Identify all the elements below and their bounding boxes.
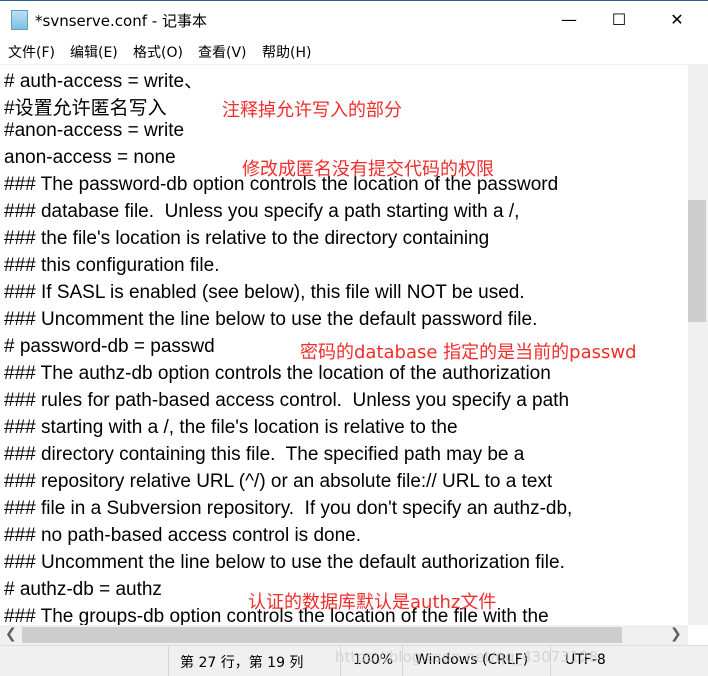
title-bar: *svnserve.conf - 记事本 — ☐ ✕ — [0, 0, 708, 39]
minimize-button[interactable]: — — [546, 1, 592, 39]
text-line: ### starting with a /, the file's locati… — [4, 417, 458, 438]
menu-help[interactable]: 帮助(H) — [262, 42, 311, 62]
scroll-right-icon[interactable]: ❯ — [670, 626, 682, 642]
text-line: ### the file's location is relative to t… — [4, 228, 490, 249]
menu-format[interactable]: 格式(O) — [133, 42, 183, 62]
menu-file[interactable]: 文件(F) — [8, 42, 55, 62]
text-line: ### database file. Unless you specify a … — [4, 201, 520, 222]
text-line: # auth-access = write、 — [4, 71, 204, 92]
text-line: #设置允许匿名写入 — [4, 98, 167, 119]
annotation: 密码的database 指定的是当前的passwd — [300, 342, 637, 363]
text-editor[interactable]: ### The groups-db option controls the lo… — [0, 64, 688, 626]
notepad-icon — [11, 10, 28, 30]
annotation: 注释掉允许写入的部分 — [222, 100, 402, 121]
horizontal-scroll-thumb[interactable] — [22, 627, 622, 643]
text-line: ### directory containing this file. The … — [4, 444, 525, 465]
watermark: https://blog.csdn.net/qq_43073128 — [335, 648, 599, 666]
maximize-button[interactable]: ☐ — [596, 1, 642, 39]
text-line: ### Uncomment the line below to use the … — [4, 309, 538, 330]
text-line: ### this configuration file. — [4, 255, 220, 276]
menu-edit[interactable]: 编辑(E) — [70, 42, 118, 62]
close-button[interactable]: ✕ — [654, 1, 700, 39]
text-line: ### no path-based access control is done… — [4, 525, 362, 546]
vertical-scroll-thumb[interactable] — [688, 200, 706, 322]
text-line: #anon-access = write — [4, 120, 185, 141]
text-line: ### rules for path-based access control.… — [4, 390, 570, 411]
menu-view[interactable]: 查看(V) — [198, 42, 247, 62]
vertical-scrollbar[interactable] — [688, 64, 708, 625]
text-line: ### If SASL is enabled (see below), this… — [4, 282, 525, 303]
text-line: anon-access = none — [4, 147, 176, 168]
window-title: *svnserve.conf - 记事本 — [35, 12, 207, 30]
annotation: 认证的数据库默认是authz文件 — [248, 592, 497, 613]
text-line: # authz-db = authz — [4, 579, 162, 600]
scroll-left-icon[interactable]: ❮ — [5, 626, 17, 642]
menu-bar: 文件(F) 编辑(E) 格式(O) 查看(V) 帮助(H) — [0, 38, 708, 64]
cursor-position: 第 27 行，第 19 列 — [180, 655, 304, 671]
text-line: ### The authz-db option controls the loc… — [4, 363, 551, 384]
text-line: ### Uncomment the line below to use the … — [4, 552, 565, 573]
text-line: # password-db = passwd — [4, 336, 215, 357]
text-line: ### repository relative URL (^/) or an a… — [4, 471, 553, 492]
annotation: 修改成匿名没有提交代码的权限 — [242, 159, 494, 180]
text-line: ### file in a Subversion repository. If … — [4, 498, 573, 519]
